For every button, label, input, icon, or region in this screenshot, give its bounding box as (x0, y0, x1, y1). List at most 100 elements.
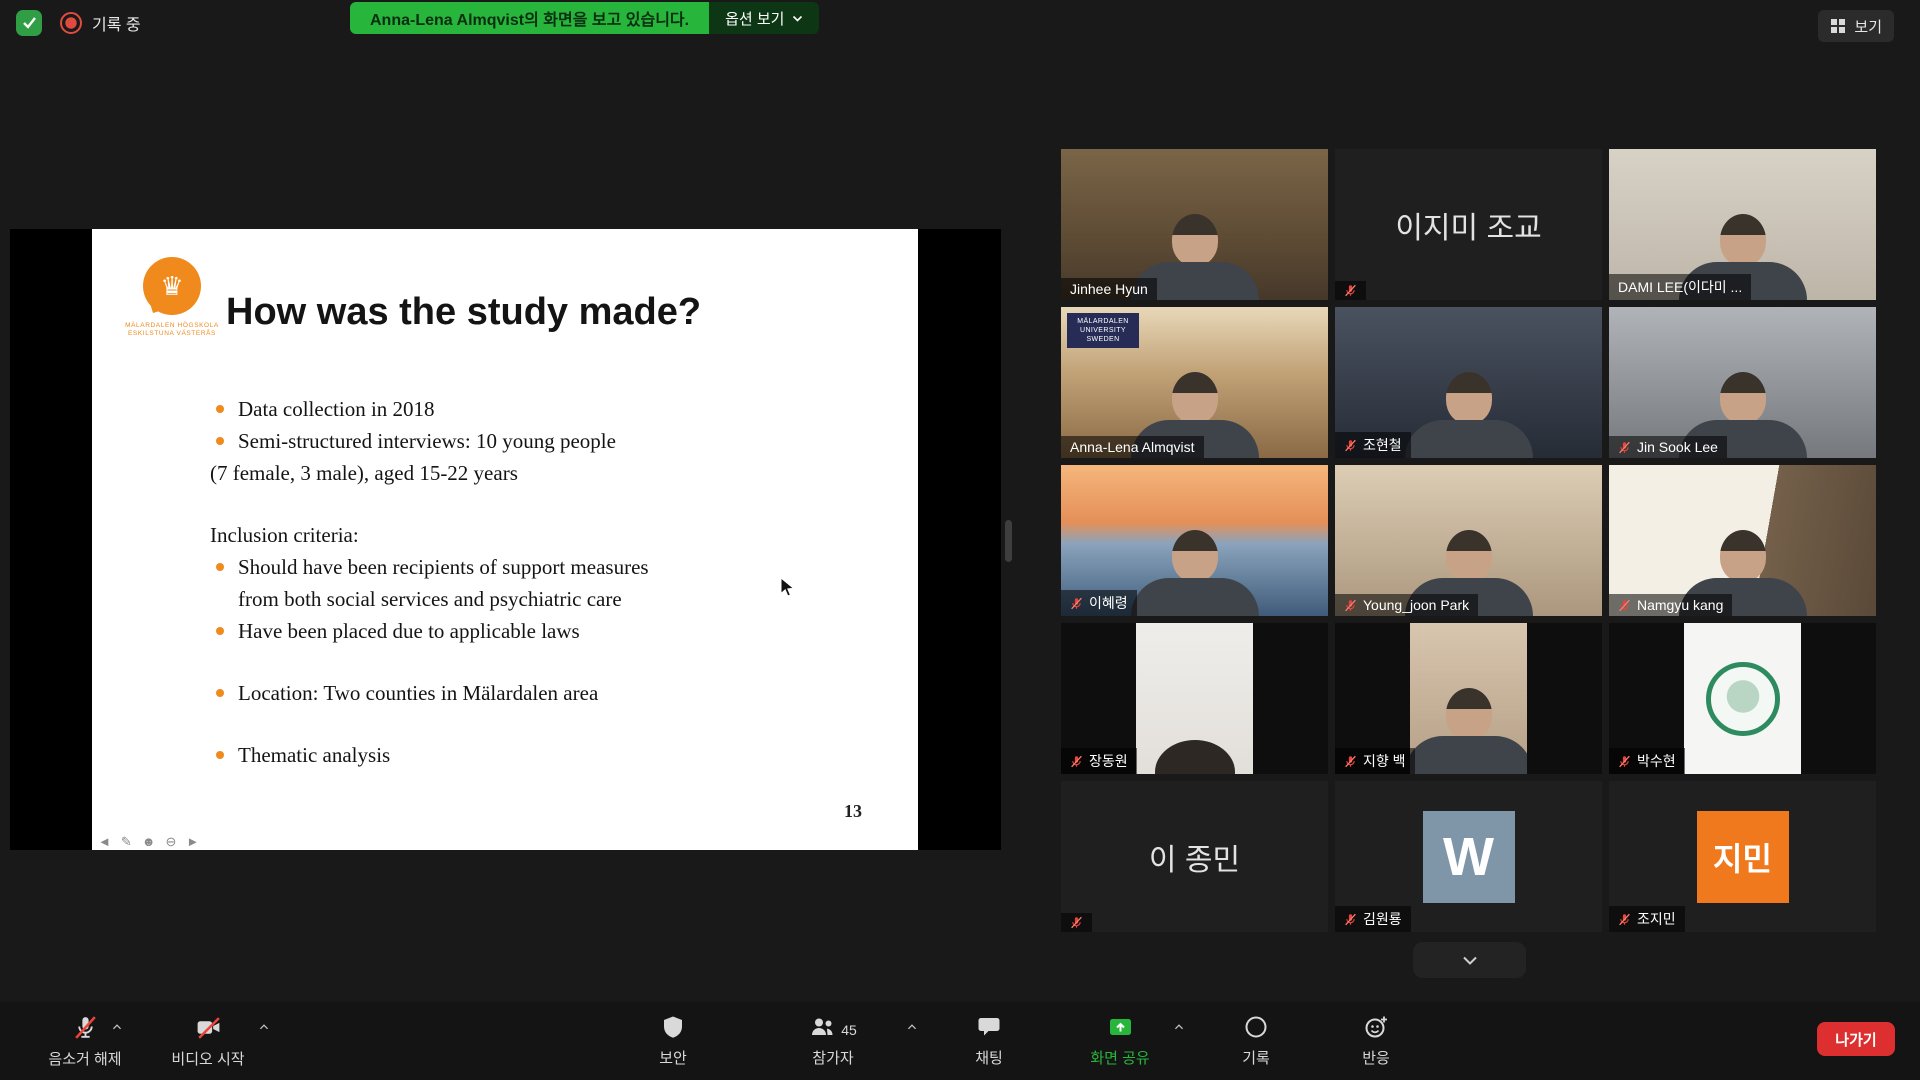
slide-text: (7 female, 3 male), aged 15-22 years (210, 457, 518, 489)
participant-tile[interactable]: 장동원 (1061, 623, 1328, 774)
university-logo-caption: MÄLARDALEN HÖGSKOLA ESKILSTUNA VÄSTERÅS (116, 322, 228, 338)
view-button[interactable]: 보기 (1818, 10, 1894, 42)
panel-resize-handle[interactable] (1005, 520, 1012, 562)
view-button-label: 보기 (1854, 16, 1882, 37)
bullet-dot (216, 751, 224, 759)
chat-icon (976, 1014, 1002, 1040)
meeting-security-shield-icon[interactable] (16, 10, 42, 36)
unmute-label: 음소거 해제 (48, 1048, 121, 1069)
participant-name: 조지민 (1637, 909, 1676, 929)
bottom-toolbar: 음소거 해제 비디오 시작 보안 (0, 1002, 1920, 1080)
security-label: 보안 (659, 1047, 687, 1068)
start-video-button[interactable]: 비디오 시작 (148, 1013, 268, 1070)
microphone-muted-icon (72, 1014, 99, 1041)
slide-spacer (210, 647, 850, 677)
crown-icon: ♛ (160, 271, 183, 302)
person-silhouette (1136, 623, 1254, 774)
share-screen-button[interactable]: 화면 공유 (1060, 1013, 1180, 1069)
participant-name: 지향 백 (1363, 751, 1406, 771)
participant-tile[interactable]: 박수현 (1609, 623, 1876, 774)
shield-icon (660, 1014, 686, 1040)
slide-bullet-item: Data collection in 2018 (210, 393, 850, 425)
participant-tile[interactable]: 이지미 조교 (1335, 149, 1602, 300)
check-icon (22, 17, 36, 29)
mic-muted-icon (1618, 913, 1631, 926)
video-options-chevron[interactable] (253, 1018, 275, 1036)
slide-title: How was the study made? (226, 291, 701, 334)
participants-count: 45 (841, 1022, 857, 1040)
participant-tile[interactable]: DAMI LEE(이다미 ... (1609, 149, 1876, 300)
recording-indicator: 기록 중 (60, 10, 141, 36)
pen-icon[interactable]: ✎ (121, 835, 132, 848)
view-options-label: 옵션 보기 (725, 8, 784, 29)
view-options-button[interactable]: 옵션 보기 (709, 2, 819, 34)
participant-name-tag: Jin Sook Lee (1609, 436, 1727, 458)
participant-name: Jin Sook Lee (1637, 439, 1718, 455)
avatar: 지민 (1697, 811, 1789, 903)
participants-button[interactable]: 45 참가자 (773, 1013, 893, 1069)
participant-tile[interactable]: Jin Sook Lee (1609, 307, 1876, 458)
participant-name: 장동원 (1089, 751, 1128, 771)
slide-text: Semi-structured interviews: 10 young peo… (238, 425, 616, 457)
slide-bullet-item: Location: Two counties in Mälardalen are… (210, 677, 850, 709)
reactions-button[interactable]: 반응 (1316, 1013, 1436, 1069)
university-logo-bubble: ♛ (143, 257, 201, 315)
chat-button[interactable]: 채팅 (929, 1013, 1049, 1069)
chevron-up-icon (112, 1023, 122, 1031)
chevron-up-icon (259, 1023, 269, 1031)
grid-view-icon (1830, 18, 1846, 34)
participant-tile[interactable]: 이혜령 (1061, 465, 1328, 616)
camera-off-icon (195, 1014, 222, 1041)
participant-name-tag: DAMI LEE(이다미 ... (1609, 274, 1751, 300)
bullet-dot (216, 405, 224, 413)
slide-spacer (210, 489, 850, 519)
video-feed (1684, 623, 1802, 774)
presentation-slide: ♛ MÄLARDALEN HÖGSKOLA ESKILSTUNA VÄSTERÅ… (92, 229, 918, 850)
participant-tile[interactable]: W김원룡 (1335, 781, 1602, 932)
leave-button[interactable]: 나가기 (1817, 1022, 1895, 1056)
slide-bullet-item: Should have been recipients of support m… (210, 551, 850, 615)
participant-name: Anna-Lena Almqvist (1070, 439, 1195, 455)
slide-bullet-item: Semi-structured interviews: 10 young peo… (210, 425, 850, 457)
reactions-label: 반응 (1362, 1047, 1390, 1068)
share-options-chevron[interactable] (1168, 1018, 1190, 1036)
share-screen-icon (1107, 1014, 1134, 1040)
slide-text-line: (7 female, 3 male), aged 15-22 years (210, 457, 850, 489)
record-label: 기록 (1242, 1047, 1270, 1068)
video-overlay-logo: MÄLARDALEN UNIVERSITY SWEDEN (1067, 313, 1139, 348)
start-video-label: 비디오 시작 (171, 1048, 244, 1069)
mic-muted-icon (1070, 755, 1083, 768)
participant-name: DAMI LEE(이다미 ... (1618, 277, 1742, 297)
next-slide-icon[interactable]: ► (186, 835, 199, 848)
chevron-down-icon (1462, 956, 1478, 965)
slide-bullet-item: Have been placed due to applicable laws (210, 615, 850, 647)
previous-slide-icon[interactable]: ◄ (98, 835, 111, 848)
smiley-icon[interactable]: ☻ (142, 835, 156, 848)
mic-muted-icon (1344, 913, 1357, 926)
mic-muted-icon (1344, 284, 1357, 297)
bullet-dot (216, 563, 224, 571)
participant-tile[interactable]: 이 종민 (1061, 781, 1328, 932)
participant-name: 김원룡 (1363, 909, 1402, 929)
participant-name-tag (1335, 281, 1366, 300)
participant-tile[interactable]: MÄLARDALEN UNIVERSITY SWEDEN Anna-Lena Al… (1061, 307, 1328, 458)
slide-page-number: 13 (844, 801, 862, 822)
record-button[interactable]: 기록 (1196, 1013, 1316, 1069)
participant-tile[interactable]: Jinhee Hyun (1061, 149, 1328, 300)
audio-options-chevron[interactable] (106, 1018, 128, 1036)
scroll-participants-button[interactable] (1413, 942, 1526, 978)
participants-chevron[interactable] (901, 1018, 923, 1036)
slide-text: Data collection in 2018 (238, 393, 435, 425)
participant-tile[interactable]: Namgyu kang (1609, 465, 1876, 616)
participant-tile[interactable]: Young_joon Park (1335, 465, 1602, 616)
slide-bullet-item: Thematic analysis (210, 739, 850, 771)
participant-tile[interactable]: 조현철 (1335, 307, 1602, 458)
participant-tile[interactable]: 지향 백 (1335, 623, 1602, 774)
minus-icon[interactable]: ⊖ (165, 835, 176, 848)
participant-name: 이혜령 (1089, 593, 1128, 613)
mic-muted-icon (1618, 755, 1631, 768)
record-icon (1243, 1014, 1269, 1040)
security-button[interactable]: 보안 (613, 1013, 733, 1069)
participant-name-tag: 조현철 (1335, 432, 1411, 458)
participant-tile[interactable]: 지민조지민 (1609, 781, 1876, 932)
